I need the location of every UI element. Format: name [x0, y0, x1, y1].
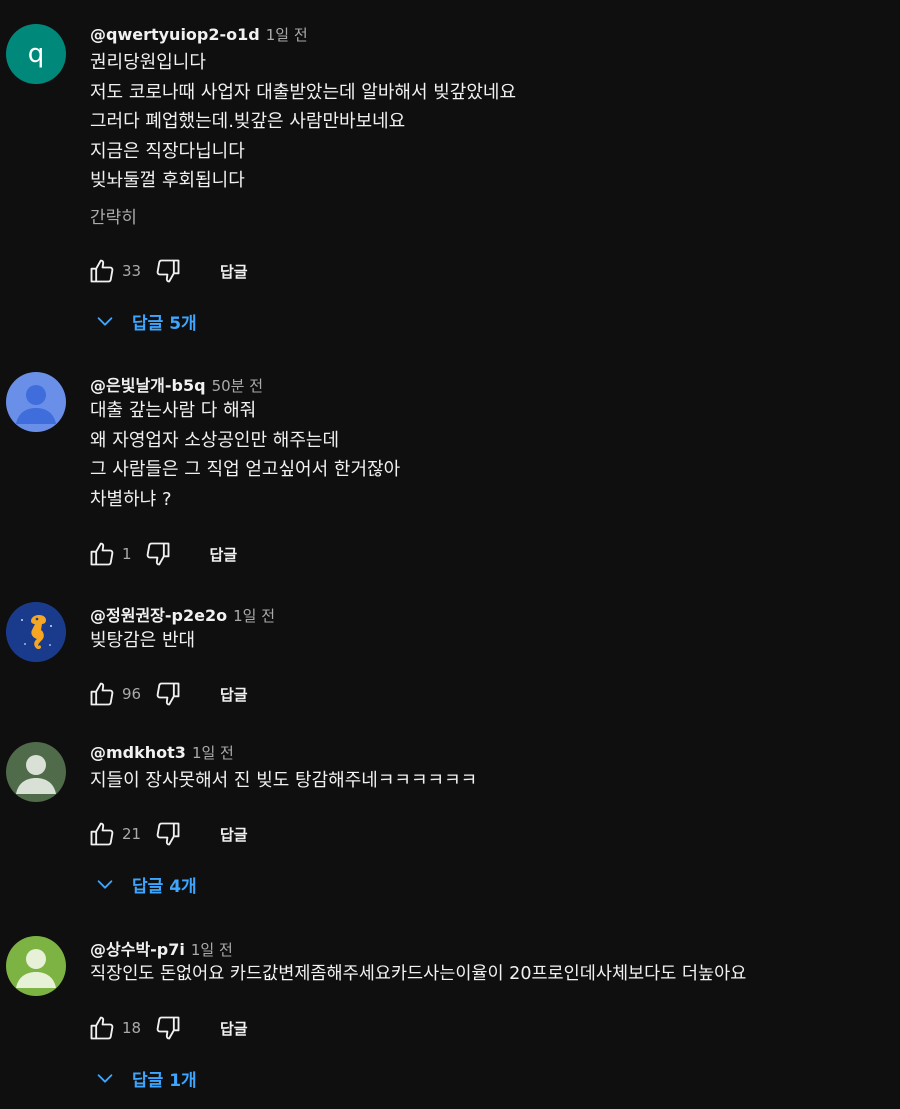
reply-button[interactable]: 답글: [220, 824, 248, 845]
seahorse-icon: [6, 602, 66, 662]
comment-author[interactable]: @qwertyuiop2-o1d: [90, 25, 260, 44]
like-count: 18: [122, 1019, 142, 1037]
comment-author[interactable]: @상수박-p7i: [90, 936, 185, 960]
comment-time[interactable]: 1일 전: [266, 24, 308, 45]
chevron-down-icon: [94, 873, 116, 895]
like-icon[interactable]: [88, 1014, 116, 1042]
like-count: 21: [122, 825, 142, 843]
reply-button[interactable]: 답글: [220, 684, 248, 705]
like-count: 96: [122, 685, 142, 703]
comment-text-line: 왜 자영업자 소상공인만 해주는데: [90, 429, 340, 451]
comment-time[interactable]: 1일 전: [192, 742, 234, 763]
dislike-icon[interactable]: [154, 820, 182, 848]
comment-text-line: 빚놔둘껄 후회됩니다: [90, 170, 245, 191]
like-icon[interactable]: [88, 680, 116, 708]
default-avatar-icon: [16, 949, 56, 988]
comment-time[interactable]: 1일 전: [191, 939, 233, 960]
like-icon[interactable]: [88, 540, 116, 568]
replies-count: 답글 5개: [132, 313, 197, 334]
comment-text-line: 직장인도 돈없어요 카드값변제좀해주세요카드사는이율이 20프로인데사체보다도 …: [90, 964, 747, 984]
comment-text-line: 차별하냐 ?: [90, 488, 172, 510]
dislike-icon[interactable]: [144, 540, 172, 568]
comment-text-line: 그러다 폐업했는데.빚갚은 사람만바보네요: [90, 111, 406, 132]
avatar[interactable]: [6, 936, 66, 996]
reply-button[interactable]: 답글: [220, 1018, 248, 1039]
chevron-down-icon: [94, 310, 116, 332]
dislike-icon[interactable]: [154, 680, 182, 708]
avatar-letter: q: [27, 39, 45, 69]
comment-text-line: 그 사람들은 그 직업 얻고싶어서 한거잖아: [90, 459, 401, 480]
comment-author[interactable]: @정원권장-p2e2o: [90, 602, 227, 626]
comment-text-line: 대출 갚는사람 다 해줘: [90, 400, 257, 421]
comment-text-line: 지금은 직장다닙니다: [90, 140, 245, 162]
dislike-icon[interactable]: [154, 257, 182, 285]
like-icon[interactable]: [88, 820, 116, 848]
replies-count: 답글 1개: [132, 1070, 197, 1091]
view-replies-button[interactable]: 답글 4개: [94, 869, 197, 899]
comment-text-line: 빚탕감은 반대: [90, 630, 196, 651]
default-avatar-icon: [16, 755, 56, 794]
comment-time[interactable]: 1일 전: [233, 605, 275, 626]
comment-time[interactable]: 50분 전: [212, 375, 263, 396]
dislike-icon[interactable]: [154, 1014, 182, 1042]
avatar[interactable]: [6, 742, 66, 802]
comment-author[interactable]: @mdkhot3: [90, 743, 186, 762]
like-icon[interactable]: [88, 257, 116, 285]
show-less-link[interactable]: 간략히: [90, 203, 890, 228]
chevron-down-icon: [94, 1067, 116, 1089]
view-replies-button[interactable]: 답글 1개: [94, 1063, 197, 1093]
comment-author[interactable]: @은빛날개-b5q: [90, 372, 206, 396]
like-count: 1: [122, 545, 132, 563]
avatar[interactable]: [6, 372, 66, 432]
comment-text-line: 지들이 장사못해서 진 빚도 탕감해주네ㅋㅋㅋㅋㅋㅋ: [90, 770, 478, 791]
reply-button[interactable]: 답글: [220, 261, 248, 282]
view-replies-button[interactable]: 답글 5개: [94, 306, 197, 336]
comment-text-line: 저도 코로나때 사업자 대출받았는데 알바해서 빚갚았네요: [90, 81, 517, 103]
avatar[interactable]: q: [6, 24, 66, 84]
replies-count: 답글 4개: [132, 876, 197, 897]
default-avatar-icon: [16, 385, 56, 424]
like-count: 33: [122, 262, 142, 280]
avatar[interactable]: [6, 602, 66, 662]
comment-text-line: 권리당원입니다: [90, 52, 206, 73]
reply-button[interactable]: 답글: [210, 544, 238, 565]
